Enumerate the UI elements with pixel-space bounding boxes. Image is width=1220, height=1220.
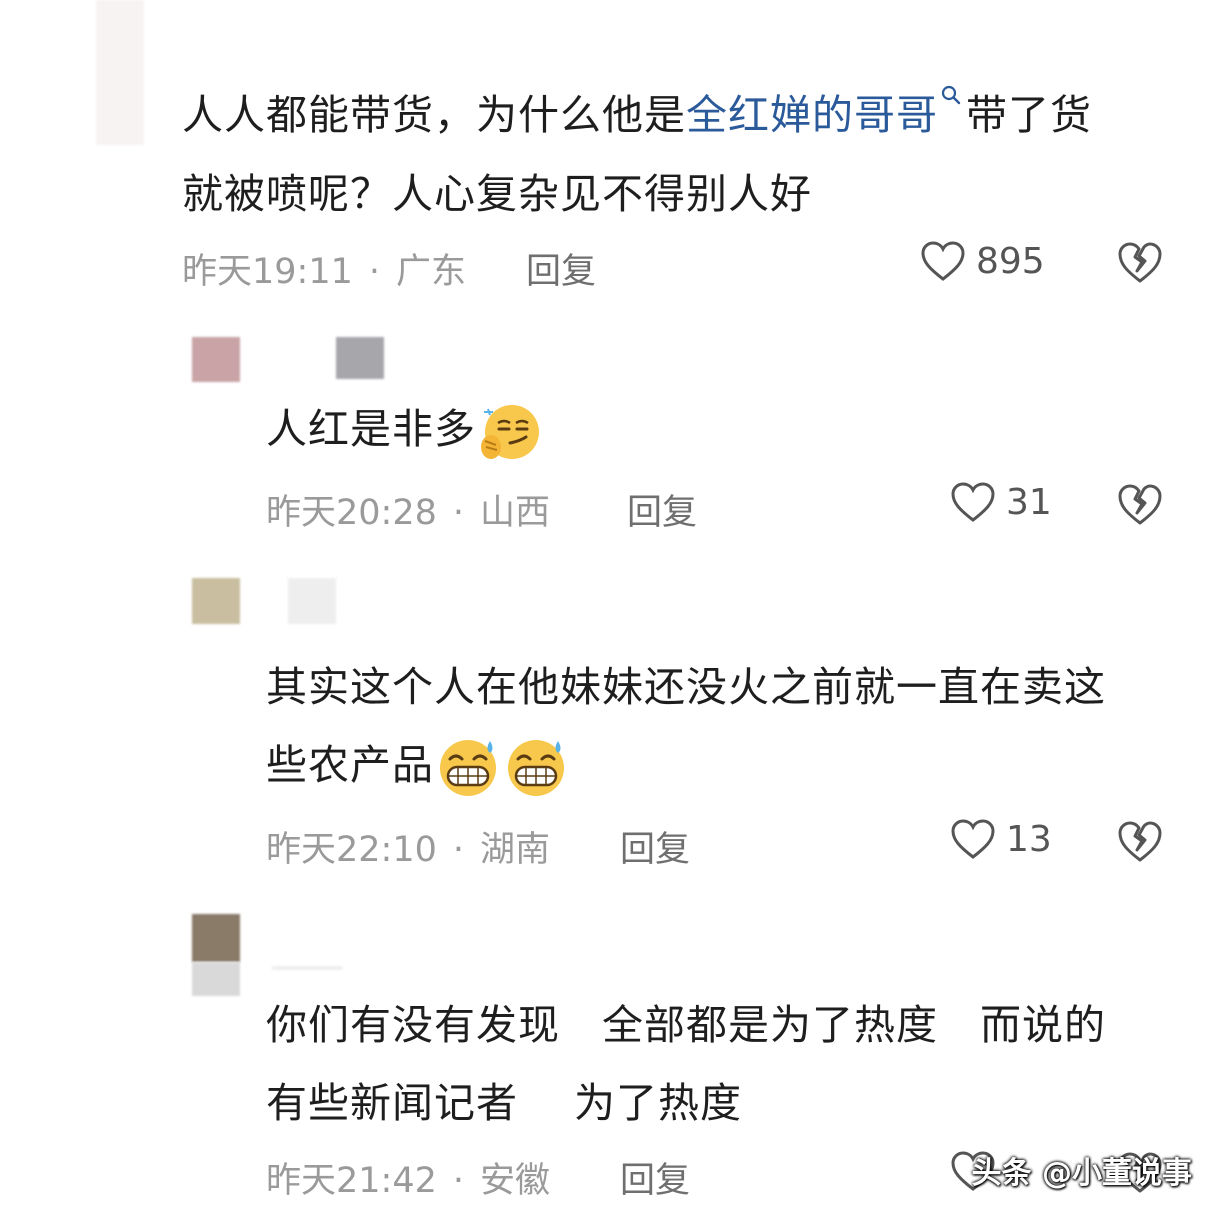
comment-meta: 昨天20:28 · 山西 [266,484,550,535]
avatar[interactable] [192,578,240,624]
comment-text-segment: 些农产品 [266,741,434,789]
like-button[interactable]: 13 [950,818,1052,860]
like-button[interactable]: 895 [920,240,1045,282]
timestamp: 昨天21:42 [266,1161,437,1201]
separator: · [368,252,381,292]
dislike-icon[interactable] [1116,240,1164,284]
sweat-grin-emoji [508,740,564,796]
comment-text: 人红是非多 [266,390,542,469]
watermark: 头条 @小董说事 [971,1156,1192,1191]
heart-icon [951,482,995,522]
comment-text-segment: 人红是非多 [266,405,476,453]
username-blurred[interactable] [272,966,342,970]
comment-text: 人人都能带货，为什么他是全红婵的哥哥 带了货 [182,76,1092,155]
username-blurred[interactable] [288,578,336,624]
location: 安徽 [480,1161,551,1201]
comment-text: 些农产品 [266,726,570,805]
avatar-lower [192,962,240,996]
comment-meta: 昨天19:11 · 广东 [182,243,466,294]
separator: · [452,830,465,870]
location: 山西 [480,493,551,533]
smirk-emoji [481,405,539,459]
comment-meta: 昨天21:42 · 安徽 [266,1152,550,1203]
reply-button[interactable]: 回复 [620,821,690,872]
comment-text-segment: 带了货 [966,91,1092,139]
like-count: 895 [976,240,1045,282]
comment-meta: 昨天22:10 · 湖南 [266,821,550,872]
avatar[interactable] [192,914,240,962]
comment-text-line2: 有些新闻记者 为了热度 [266,1079,743,1127]
heart-icon [921,241,965,281]
heart-icon [951,819,995,859]
separator: · [452,1161,465,1201]
comment-text-line1: 你们有没有发现 全部都是为了热度 而说的 [266,1001,1106,1049]
comment-text-segment: 人人都能带货，为什么他是 [182,91,686,139]
username-blurred[interactable] [336,337,384,379]
search-icon [941,85,961,105]
dislike-icon[interactable] [1116,482,1164,526]
reply-button[interactable]: 回复 [620,1152,690,1203]
timestamp: 昨天19:11 [182,252,353,292]
separator: · [452,493,465,533]
comment-text-line1: 其实这个人在他妹妹还没火之前就一直在卖这 [266,663,1106,711]
like-button[interactable]: 31 [950,481,1052,523]
reply-button[interactable]: 回复 [526,243,596,294]
sweat-grin-emoji [440,740,496,796]
location: 湖南 [480,830,551,870]
reply-button[interactable]: 回复 [627,484,697,535]
avatar[interactable] [192,337,240,382]
location: 广东 [396,252,467,292]
comment-text-line2: 就被喷呢？人心复杂见不得别人好 [182,170,812,218]
like-count: 13 [1006,818,1052,860]
like-count: 31 [1006,481,1052,523]
timestamp: 昨天20:28 [266,493,437,533]
dislike-icon[interactable] [1116,819,1164,863]
hashtag-link[interactable]: 全红婵的哥哥 [686,91,938,139]
timestamp: 昨天22:10 [266,830,437,870]
avatar[interactable] [96,0,144,145]
